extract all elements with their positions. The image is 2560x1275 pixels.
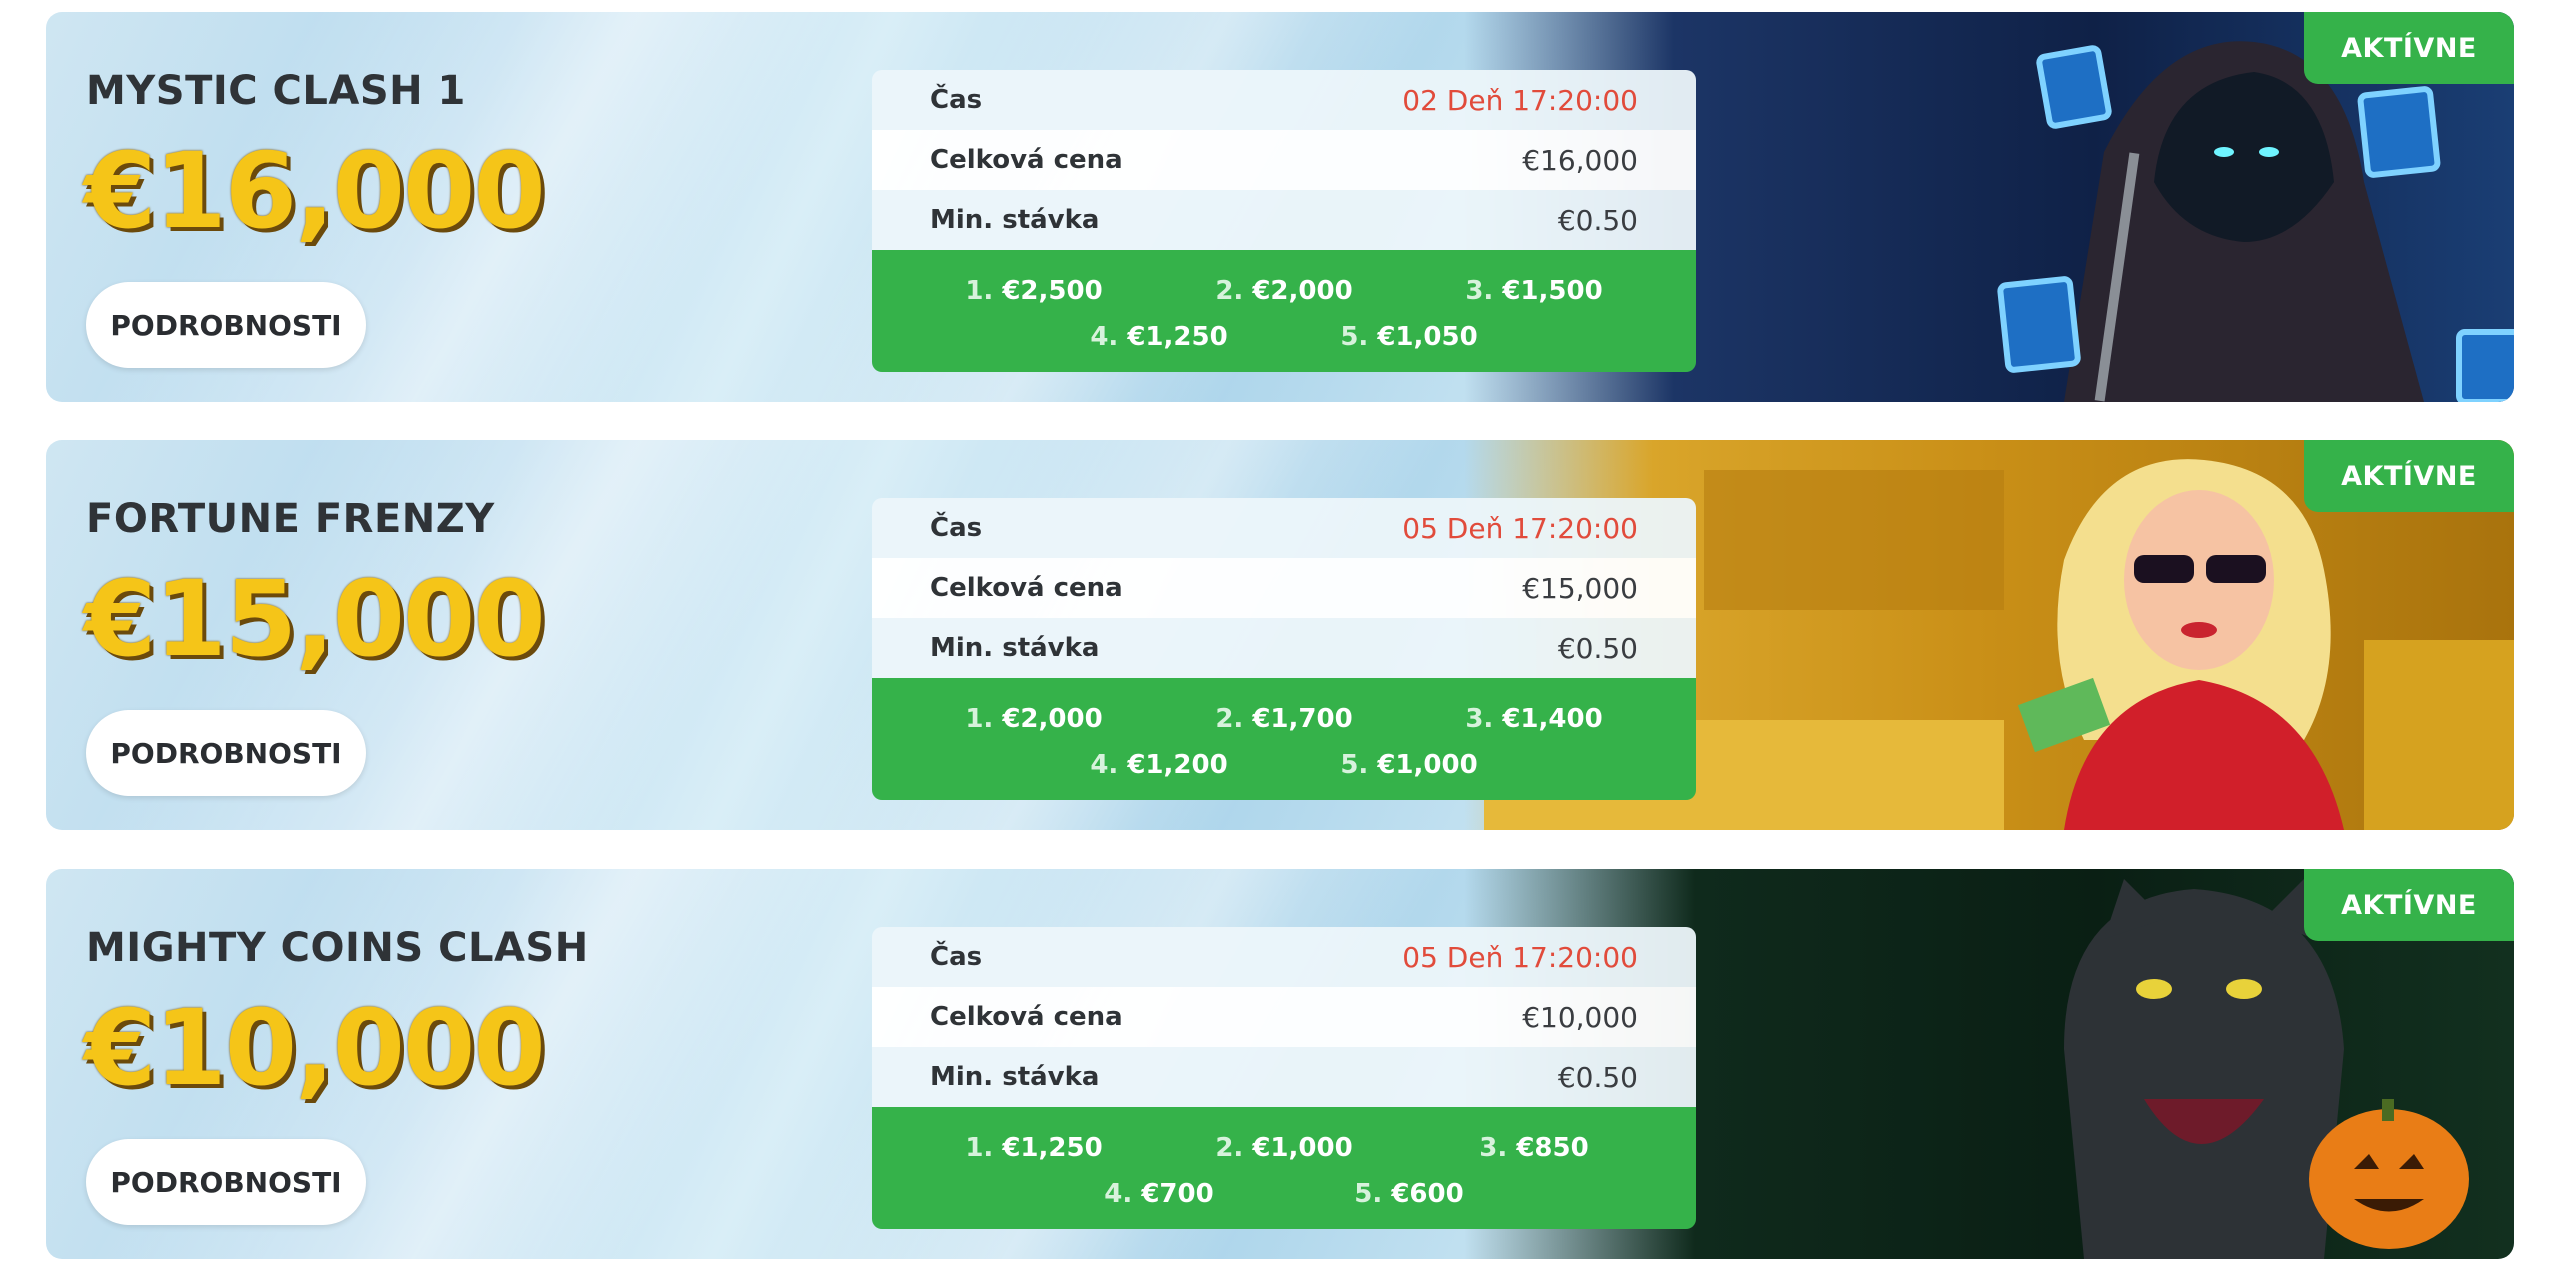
- prize-place: 4. €700: [1104, 1179, 1214, 1209]
- tournament-card-fortune-frenzy[interactable]: FORTUNE FRENZY €15,000 PODROBNOSTI Čas 0…: [46, 440, 2514, 830]
- status-badge: AKTÍVNE: [2304, 440, 2514, 512]
- min-bet-label: Min. stávka: [930, 205, 1100, 235]
- prize-place: 1. €2,500: [965, 276, 1103, 306]
- time-label: Čas: [930, 513, 983, 543]
- status-badge: AKTÍVNE: [2304, 12, 2514, 84]
- prize-place: 4. €1,250: [1090, 322, 1228, 352]
- time-row: Čas 05 Deň 17:20:00: [872, 498, 1696, 558]
- tournament-title: MIGHTY COINS CLASH: [86, 925, 589, 971]
- total-prize-value: €15,000: [1522, 571, 1638, 605]
- tournament-title: MYSTIC CLASH 1: [86, 68, 466, 114]
- prize-distribution: 1. €1,250 2. €1,000 3. €850 4. €700 5. €…: [872, 1107, 1696, 1229]
- prize-pool-amount: €16,000: [84, 130, 546, 252]
- prize-place: 3. €1,500: [1465, 276, 1603, 306]
- prize-place: 5. €1,050: [1340, 322, 1478, 352]
- prize-pool-amount: €15,000: [84, 558, 546, 680]
- tournament-card-mighty-coins-clash[interactable]: MIGHTY COINS CLASH €10,000 PODROBNOSTI Č…: [46, 869, 2514, 1259]
- total-prize-label: Celková cena: [930, 145, 1123, 175]
- total-prize-label: Celková cena: [930, 573, 1123, 603]
- time-label: Čas: [930, 85, 983, 115]
- details-button[interactable]: PODROBNOSTI: [86, 710, 366, 796]
- prize-distribution: 1. €2,000 2. €1,700 3. €1,400 4. €1,200 …: [872, 678, 1696, 800]
- status-badge: AKTÍVNE: [2304, 869, 2514, 941]
- prize-place: 5. €600: [1354, 1179, 1464, 1209]
- prize-place: 2. €1,700: [1215, 704, 1353, 734]
- prize-place: 3. €850: [1479, 1133, 1589, 1163]
- min-bet-value: €0.50: [1557, 631, 1638, 665]
- total-prize-value: €10,000: [1522, 1000, 1638, 1034]
- details-button[interactable]: PODROBNOSTI: [86, 1139, 366, 1225]
- prize-place: 3. €1,400: [1465, 704, 1603, 734]
- total-prize-row: Celková cena €10,000: [872, 987, 1696, 1047]
- tournament-info-panel: Čas 02 Deň 17:20:00 Celková cena €16,000…: [872, 70, 1696, 372]
- prize-place: 5. €1,000: [1340, 750, 1478, 780]
- time-remaining: 05 Deň 17:20:00: [1402, 511, 1638, 545]
- time-row: Čas 02 Deň 17:20:00: [872, 70, 1696, 130]
- prize-pool-amount: €10,000: [84, 987, 546, 1109]
- min-bet-label: Min. stávka: [930, 1062, 1100, 1092]
- details-button[interactable]: PODROBNOSTI: [86, 282, 366, 368]
- time-row: Čas 05 Deň 17:20:00: [872, 927, 1696, 987]
- time-remaining: 02 Deň 17:20:00: [1402, 83, 1638, 117]
- min-bet-value: €0.50: [1557, 1060, 1638, 1094]
- total-prize-label: Celková cena: [930, 1002, 1123, 1032]
- min-bet-row: Min. stávka €0.50: [872, 618, 1696, 678]
- tournament-info-panel: Čas 05 Deň 17:20:00 Celková cena €15,000…: [872, 498, 1696, 800]
- min-bet-label: Min. stávka: [930, 633, 1100, 663]
- total-prize-row: Celková cena €15,000: [872, 558, 1696, 618]
- prize-place: 2. €1,000: [1215, 1133, 1353, 1163]
- tournament-info-panel: Čas 05 Deň 17:20:00 Celková cena €10,000…: [872, 927, 1696, 1229]
- tournament-card-mystic-clash[interactable]: MYSTIC CLASH 1 €16,000 PODROBNOSTI Čas 0…: [46, 12, 2514, 402]
- prize-distribution: 1. €2,500 2. €2,000 3. €1,500 4. €1,250 …: [872, 250, 1696, 372]
- min-bet-row: Min. stávka €0.50: [872, 1047, 1696, 1107]
- prize-place: 1. €1,250: [965, 1133, 1103, 1163]
- prize-place: 4. €1,200: [1090, 750, 1228, 780]
- prize-place: 2. €2,000: [1215, 276, 1353, 306]
- min-bet-value: €0.50: [1557, 203, 1638, 237]
- prize-place: 1. €2,000: [965, 704, 1103, 734]
- time-remaining: 05 Deň 17:20:00: [1402, 940, 1638, 974]
- tournament-title: FORTUNE FRENZY: [86, 496, 495, 542]
- total-prize-row: Celková cena €16,000: [872, 130, 1696, 190]
- total-prize-value: €16,000: [1522, 143, 1638, 177]
- min-bet-row: Min. stávka €0.50: [872, 190, 1696, 250]
- time-label: Čas: [930, 942, 983, 972]
